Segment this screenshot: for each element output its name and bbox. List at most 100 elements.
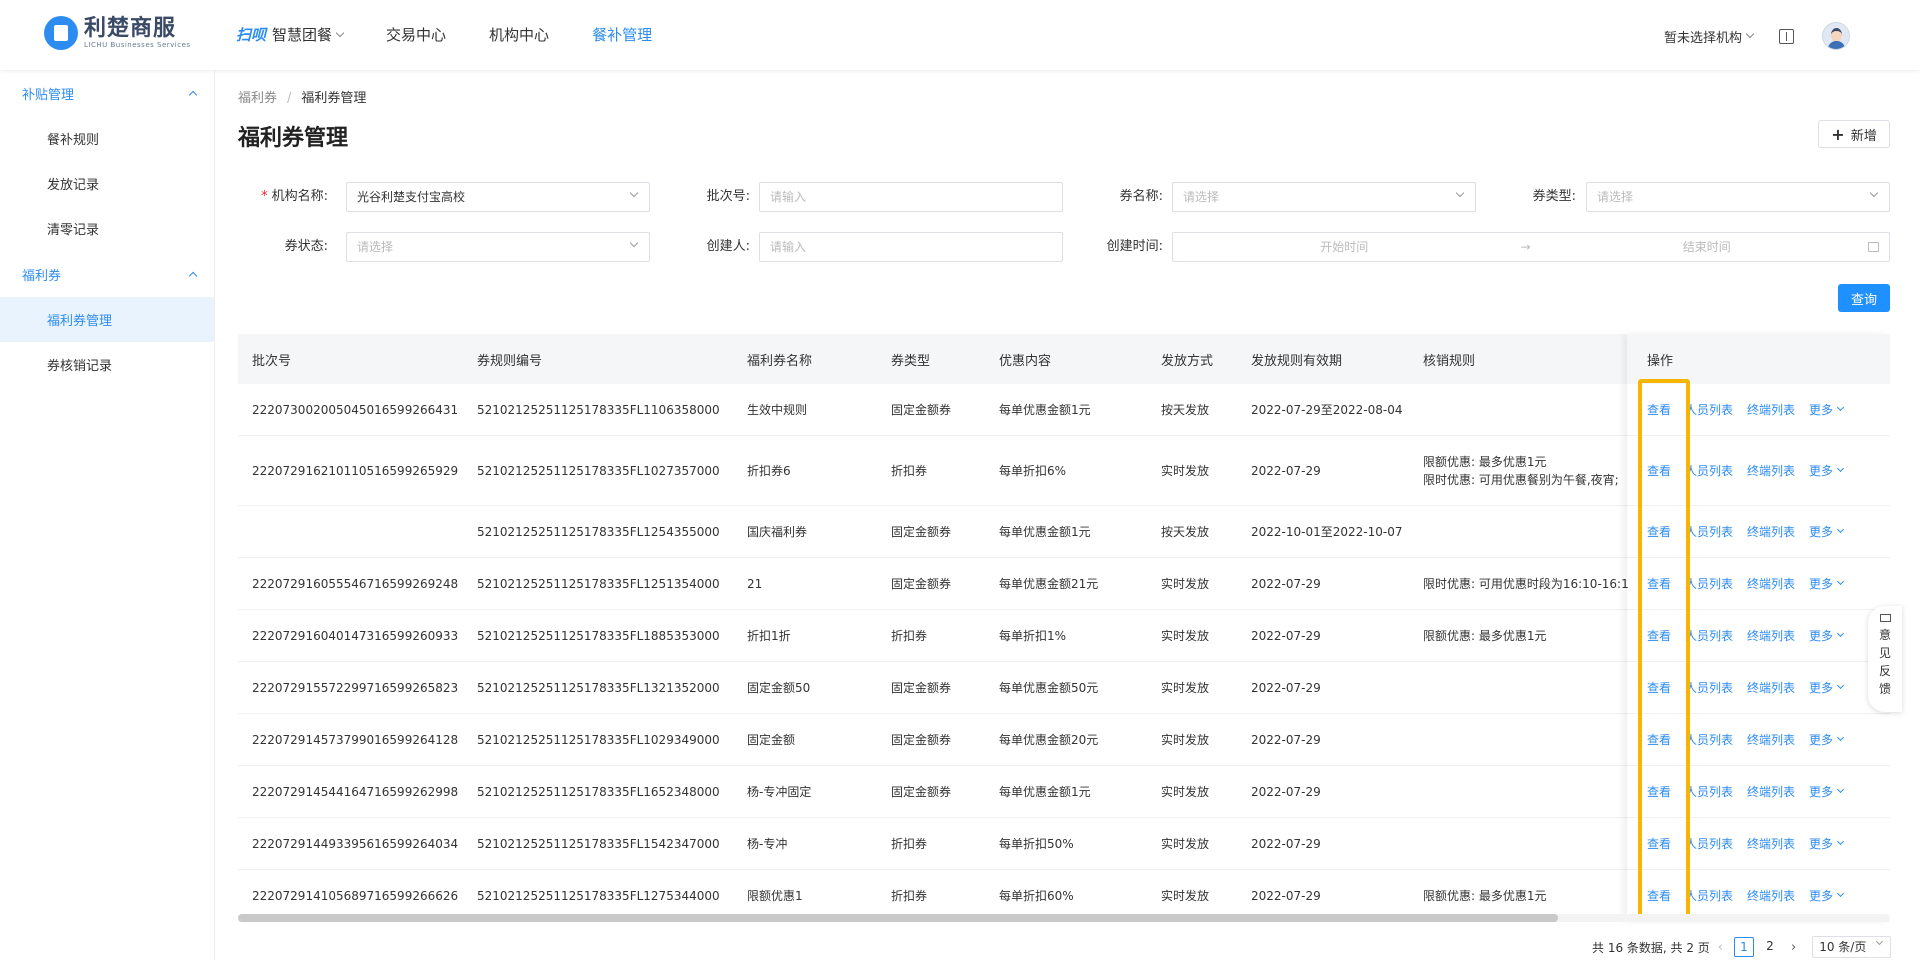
coupon-type-select[interactable]: 请选择 [1586, 182, 1890, 212]
more-label: 更多 [1809, 403, 1834, 417]
org-select[interactable]: 暂未选择机构 [1664, 27, 1755, 46]
more-dropdown[interactable]: 更多 [1809, 679, 1845, 696]
view-link[interactable]: 查看 [1647, 462, 1671, 479]
cell-actions: 查看 人员列表 终端列表 更多 [1629, 835, 1890, 852]
cell-issue-method: 实时发放 [1161, 464, 1210, 478]
feedback-button[interactable]: 意见反馈 [1868, 606, 1902, 712]
cell-batch-no: 222072914544164716599262998 [252, 784, 459, 799]
terminal-list-link[interactable]: 终端列表 [1747, 462, 1795, 479]
avatar[interactable] [1822, 22, 1850, 50]
staff-list-link[interactable]: 人员列表 [1685, 835, 1733, 852]
more-dropdown[interactable]: 更多 [1809, 401, 1845, 418]
staff-list-link[interactable]: 人员列表 [1685, 462, 1733, 479]
pagination: 共 16 条数据, 共 2 页 ‹ 1 2 › 10 条/页 [1592, 936, 1892, 958]
sidebar-item-issue-records[interactable]: 发放记录 [0, 161, 214, 206]
view-link[interactable]: 查看 [1647, 679, 1671, 696]
view-link[interactable]: 查看 [1647, 523, 1671, 540]
more-dropdown[interactable]: 更多 [1809, 462, 1845, 479]
sidebar-item-clear-records[interactable]: 清零记录 [0, 206, 214, 251]
nav-item-meal-subsidy[interactable]: 餐补管理 [592, 24, 652, 45]
cell-issue-method: 实时发放 [1161, 629, 1210, 643]
more-dropdown[interactable]: 更多 [1809, 627, 1845, 644]
sidebar-item-coupon-management[interactable]: 福利券管理 [0, 297, 214, 342]
staff-list-link[interactable]: 人员列表 [1685, 887, 1733, 904]
query-button[interactable]: 查询 [1838, 284, 1890, 312]
terminal-list-link[interactable]: 终端列表 [1747, 401, 1795, 418]
page-size-select[interactable]: 10 条/页 [1812, 936, 1892, 958]
status-select[interactable]: 请选择 [346, 232, 650, 262]
cell-coupon-type: 折扣券 [891, 629, 928, 643]
horizontal-scrollbar[interactable] [238, 914, 1890, 922]
coupon-name-select[interactable]: 请选择 [1172, 182, 1476, 212]
cell-coupon-name: 生效中规则 [747, 403, 808, 417]
staff-list-link[interactable]: 人员列表 [1685, 575, 1733, 592]
breadcrumb-parent[interactable]: 福利券 [238, 91, 277, 106]
terminal-list-link[interactable]: 终端列表 [1747, 887, 1795, 904]
page-1[interactable]: 1 [1734, 937, 1754, 957]
terminal-list-link[interactable]: 终端列表 [1747, 731, 1795, 748]
more-dropdown[interactable]: 更多 [1809, 783, 1845, 800]
add-button-label: 新增 [1850, 128, 1877, 144]
more-label: 更多 [1809, 681, 1834, 695]
sidebar-group-subsidy[interactable]: 补贴管理 [0, 70, 214, 116]
staff-list-link[interactable]: 人员列表 [1685, 627, 1733, 644]
terminal-list-link[interactable]: 终端列表 [1747, 627, 1795, 644]
book-icon[interactable] [1779, 28, 1794, 44]
more-dropdown[interactable]: 更多 [1809, 523, 1845, 540]
column-header: 优惠内容 [999, 353, 1052, 369]
sidebar-group-coupons[interactable]: 福利券 [0, 251, 214, 297]
staff-list-link[interactable]: 人员列表 [1685, 401, 1733, 418]
view-link[interactable]: 查看 [1647, 627, 1671, 644]
view-link[interactable]: 查看 [1647, 731, 1671, 748]
mail-icon [1879, 614, 1891, 622]
cell-coupon-type: 折扣券 [891, 889, 928, 903]
chevron-down-icon [1837, 464, 1845, 473]
more-dropdown[interactable]: 更多 [1809, 887, 1845, 904]
creator-input[interactable]: 请输入 [759, 232, 1063, 262]
logo[interactable]: 利楚商服 LICHU Businesses Services [44, 16, 191, 50]
main-nav: 扫呗 智慧团餐 交易中心 机构中心 餐补管理 [236, 24, 695, 45]
terminal-list-link[interactable]: 终端列表 [1747, 783, 1795, 800]
view-link[interactable]: 查看 [1647, 575, 1671, 592]
view-link[interactable]: 查看 [1647, 783, 1671, 800]
staff-list-link[interactable]: 人员列表 [1685, 523, 1733, 540]
cell-discount: 每单优惠金额20元 [999, 733, 1099, 747]
batch-input[interactable]: 请输入 [759, 182, 1063, 212]
more-dropdown[interactable]: 更多 [1809, 575, 1845, 592]
next-page-icon[interactable]: › [1791, 940, 1796, 955]
feedback-label: 意见反馈 [1878, 628, 1891, 696]
view-link[interactable]: 查看 [1647, 887, 1671, 904]
sidebar-item-meal-rules[interactable]: 餐补规则 [0, 116, 214, 161]
view-link[interactable]: 查看 [1647, 835, 1671, 852]
breadcrumb-separator: / [287, 91, 292, 106]
cell-valid-period: 2022-07-29 [1251, 463, 1321, 478]
more-dropdown[interactable]: 更多 [1809, 731, 1845, 748]
cell-actions: 查看 人员列表 终端列表 更多 [1629, 627, 1890, 644]
created-time-range[interactable]: 开始时间 → 结束时间 [1172, 232, 1890, 262]
more-dropdown[interactable]: 更多 [1809, 835, 1845, 852]
chevron-up-icon [188, 90, 198, 99]
staff-list-link[interactable]: 人员列表 [1685, 731, 1733, 748]
staff-list-link[interactable]: 人员列表 [1685, 679, 1733, 696]
sidebar-item-redeem-records[interactable]: 券核销记录 [0, 342, 214, 387]
chevron-down-icon [1837, 889, 1845, 898]
terminal-list-link[interactable]: 终端列表 [1747, 679, 1795, 696]
redeem-rule-line: 限时优惠: 可用优惠餐别为午餐,夜宵; [1423, 472, 1619, 487]
nav-item-trade-center[interactable]: 交易中心 [386, 24, 446, 45]
prev-page-icon[interactable]: ‹ [1718, 940, 1723, 955]
terminal-list-link[interactable]: 终端列表 [1747, 575, 1795, 592]
add-button[interactable]: + 新增 [1818, 120, 1890, 148]
view-link[interactable]: 查看 [1647, 401, 1671, 418]
cell-valid-period: 2022-07-29 [1251, 836, 1321, 851]
cell-actions: 查看 人员列表 终端列表 更多 [1629, 783, 1890, 800]
cell-coupon-type: 固定金额券 [891, 785, 952, 799]
org-select[interactable]: 光谷利楚支付宝高校 [346, 182, 650, 212]
scrollbar-thumb[interactable] [238, 914, 1558, 922]
column-header: 发放规则有效期 [1251, 353, 1343, 369]
terminal-list-link[interactable]: 终端列表 [1747, 523, 1795, 540]
staff-list-link[interactable]: 人员列表 [1685, 783, 1733, 800]
terminal-list-link[interactable]: 终端列表 [1747, 835, 1795, 852]
page-2[interactable]: 2 [1760, 937, 1780, 957]
nav-item-smart-catering[interactable]: 智慧团餐 [272, 24, 345, 45]
nav-item-org-center[interactable]: 机构中心 [489, 24, 549, 45]
